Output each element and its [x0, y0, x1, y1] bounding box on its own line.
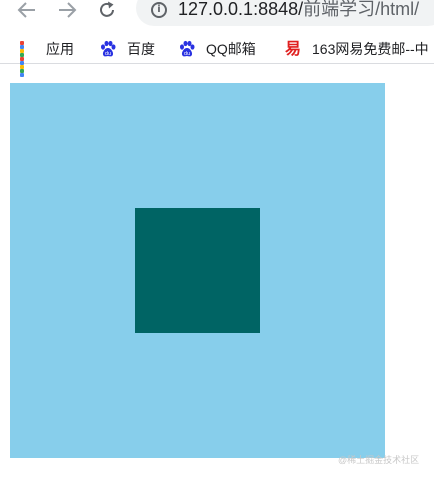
reload-button[interactable]	[94, 0, 120, 20]
baidu-paw-icon: du	[101, 40, 116, 57]
bookmark-label: 163网易免费邮--中	[312, 41, 429, 57]
bookmark-label: 百度	[127, 41, 155, 57]
site-info-icon[interactable]: i	[151, 2, 167, 18]
forward-button[interactable]	[54, 0, 80, 20]
bookmark-label: 应用	[46, 41, 74, 57]
bookmark-baidu[interactable]: du 百度	[99, 38, 155, 60]
bookmark-163-mail[interactable]: 易 163网易免费邮--中	[284, 38, 434, 60]
bookmark-label: QQ邮箱	[206, 41, 256, 57]
bookmark-apps[interactable]: 应用	[20, 38, 74, 77]
outer-box	[10, 83, 385, 458]
inner-box	[135, 208, 260, 333]
browser-toolbar: i 127.0.0.1:8848/前端学习/html/	[0, 0, 434, 34]
reload-icon	[100, 1, 114, 17]
baidu-paw-icon: du	[180, 40, 195, 57]
bookmark-qq-mail[interactable]: du QQ邮箱	[178, 38, 256, 60]
netease-icon: 易	[284, 39, 301, 58]
url-path: 前端学习/html/	[303, 0, 420, 19]
url-host: 127.0.0.1:8848/	[178, 0, 304, 19]
arrow-left-icon	[17, 2, 35, 18]
watermark: @稀土掘金技术社区	[338, 455, 420, 465]
arrow-right-icon	[59, 2, 77, 18]
svg-text:du: du	[105, 51, 111, 57]
back-button[interactable]	[14, 0, 40, 20]
url-text[interactable]: 127.0.0.1:8848/前端学习/html/	[178, 0, 434, 20]
apps-grid-icon	[20, 41, 36, 77]
bookmarks-bar: 应用 du 百度 du QQ邮箱 易 163网易免费邮--中	[0, 34, 434, 77]
svg-text:du: du	[184, 51, 190, 57]
